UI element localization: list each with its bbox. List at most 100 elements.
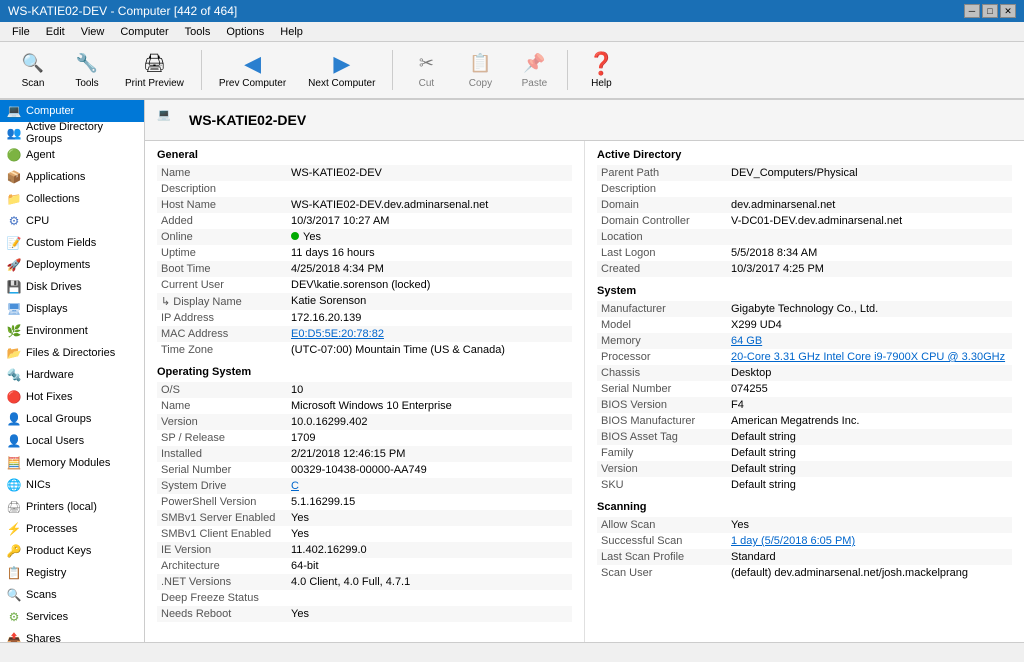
close-button[interactable]: ✕ (1000, 4, 1016, 18)
sidebar-item-processes[interactable]: ⚡ Processes (0, 518, 144, 540)
row-label: Scan User (597, 565, 727, 581)
table-row: NameMicrosoft Windows 10 Enterprise (157, 398, 572, 414)
sidebar-item-registry[interactable]: 📋 Registry (0, 562, 144, 584)
sidebar-label-custom-fields: Custom Fields (26, 237, 96, 249)
print-icon: 🖨 (142, 52, 166, 76)
sidebar-item-printers[interactable]: 🖨 Printers (local) (0, 496, 144, 518)
table-row: Architecture64-bit (157, 558, 572, 574)
link-value[interactable]: 64 GB (731, 335, 762, 347)
sidebar-item-collections[interactable]: 📁 Collections (0, 188, 144, 210)
sidebar-item-shares[interactable]: 📤 Shares (0, 628, 144, 642)
copy-button[interactable]: 📋 Copy (455, 45, 505, 95)
sidebar-item-scans[interactable]: 🔍 Scans (0, 584, 144, 606)
sidebar-item-local-groups[interactable]: 👤 Local Groups (0, 408, 144, 430)
sidebar-item-displays[interactable]: 🖥 Displays (0, 298, 144, 320)
table-row: SKUDefault string (597, 477, 1012, 493)
row-value: X299 UD4 (727, 317, 1012, 333)
general-table: NameWS-KATIE02-DEVDescriptionHost NameWS… (157, 165, 572, 358)
sidebar-item-services[interactable]: ⚙ Services (0, 606, 144, 628)
sidebar-item-memory-modules[interactable]: 🧮 Memory Modules (0, 452, 144, 474)
content-area: 💻 WS-KATIE02-DEV General NameWS-KATIE02-… (145, 100, 1024, 642)
content-header-icon: 💻 (157, 108, 181, 132)
row-label: Successful Scan (597, 533, 727, 549)
sidebar-item-nics[interactable]: 🌐 NICs (0, 474, 144, 496)
row-value: 10/3/2017 10:27 AM (287, 213, 572, 229)
row-value[interactable]: E0:D5:5E:20:78:82 (287, 326, 572, 342)
menu-view[interactable]: View (73, 24, 113, 40)
table-row: Memory64 GB (597, 333, 1012, 349)
sidebar-item-hardware[interactable]: 🔩 Hardware (0, 364, 144, 386)
sidebar-item-agent[interactable]: 🟢 Agent (0, 144, 144, 166)
menu-help[interactable]: Help (272, 24, 311, 40)
table-row: System DriveC (157, 478, 572, 494)
minimize-button[interactable]: ─ (964, 4, 980, 18)
sidebar-item-product-keys[interactable]: 🔑 Product Keys (0, 540, 144, 562)
menu-file[interactable]: File (4, 24, 38, 40)
print-preview-button[interactable]: 🖨 Print Preview (116, 45, 193, 95)
sidebar-item-local-users[interactable]: 👤 Local Users (0, 430, 144, 452)
row-label: BIOS Version (597, 397, 727, 413)
sidebar-item-environment[interactable]: 🌿 Environment (0, 320, 144, 342)
sidebar-item-custom-fields[interactable]: 📝 Custom Fields (0, 232, 144, 254)
local-groups-icon: 👤 (6, 411, 22, 427)
sidebar-item-applications[interactable]: 📦 Applications (0, 166, 144, 188)
tools-button[interactable]: 🔧 Tools (62, 45, 112, 95)
help-icon: ❓ (589, 52, 613, 76)
row-value[interactable]: C (287, 478, 572, 494)
status-bar (0, 642, 1024, 662)
paste-icon: 📌 (522, 52, 546, 76)
cut-button[interactable]: ✂ Cut (401, 45, 451, 95)
sidebar-item-ad-groups[interactable]: 👥 Active Directory Groups (0, 122, 144, 144)
row-label: Manufacturer (597, 301, 727, 317)
deployments-icon: 🚀 (6, 257, 22, 273)
row-value[interactable]: 1 day (5/5/2018 6:05 PM) (727, 533, 1012, 549)
link-value[interactable]: 1 day (5/5/2018 6:05 PM) (731, 535, 855, 547)
row-value: WS-KATIE02-DEV (287, 165, 572, 181)
row-value: Yes (287, 526, 572, 542)
sidebar-label-disk-drives: Disk Drives (26, 281, 82, 293)
restore-button[interactable]: □ (982, 4, 998, 18)
menu-edit[interactable]: Edit (38, 24, 73, 40)
table-row: BIOS Asset TagDefault string (597, 429, 1012, 445)
table-row: Deep Freeze Status (157, 590, 572, 606)
table-row: VersionDefault string (597, 461, 1012, 477)
ad-table: Parent PathDEV_Computers/PhysicalDescrip… (597, 165, 1012, 277)
prev-label: Prev Computer (219, 78, 286, 89)
content-title: WS-KATIE02-DEV (189, 112, 306, 128)
row-value[interactable]: 64 GB (727, 333, 1012, 349)
table-row: Uptime11 days 16 hours (157, 245, 572, 261)
sidebar-item-hot-fixes[interactable]: 🔴 Hot Fixes (0, 386, 144, 408)
table-row: Serial Number00329-10438-00000-AA749 (157, 462, 572, 478)
scanning-section-title: Scanning (597, 501, 1012, 513)
menu-computer[interactable]: Computer (112, 24, 176, 40)
link-value[interactable]: E0:D5:5E:20:78:82 (291, 328, 384, 340)
sidebar-item-deployments[interactable]: 🚀 Deployments (0, 254, 144, 276)
environment-icon: 🌿 (6, 323, 22, 339)
sidebar-item-files-dirs[interactable]: 📂 Files & Directories (0, 342, 144, 364)
row-label: Family (597, 445, 727, 461)
help-button[interactable]: ❓ Help (576, 45, 626, 95)
displays-icon: 🖥 (6, 301, 22, 317)
link-value[interactable]: 20-Core 3.31 GHz Intel Core i9-7900X CPU… (731, 351, 1005, 363)
row-label: Deep Freeze Status (157, 590, 287, 606)
sidebar-label-local-groups: Local Groups (26, 413, 91, 425)
sidebar-item-cpu[interactable]: ⚙ CPU (0, 210, 144, 232)
row-value[interactable]: 20-Core 3.31 GHz Intel Core i9-7900X CPU… (727, 349, 1012, 365)
sidebar-item-disk-drives[interactable]: 💾 Disk Drives (0, 276, 144, 298)
table-row: SMBv1 Client EnabledYes (157, 526, 572, 542)
next-computer-button[interactable]: ▶ Next Computer (299, 45, 384, 95)
row-value: DEV_Computers/Physical (727, 165, 1012, 181)
table-row: IP Address172.16.20.139 (157, 310, 572, 326)
processes-icon: ⚡ (6, 521, 22, 537)
paste-button[interactable]: 📌 Paste (509, 45, 559, 95)
row-label: MAC Address (157, 326, 287, 342)
link-value[interactable]: C (291, 480, 299, 492)
menu-options[interactable]: Options (218, 24, 272, 40)
menu-tools[interactable]: Tools (177, 24, 219, 40)
row-label: Description (597, 181, 727, 197)
row-value: American Megatrends Inc. (727, 413, 1012, 429)
scan-button[interactable]: 🔍 Scan (8, 45, 58, 95)
tools-label: Tools (75, 78, 98, 89)
sidebar-item-computer[interactable]: 💻 Computer (0, 100, 144, 122)
prev-computer-button[interactable]: ◀ Prev Computer (210, 45, 295, 95)
